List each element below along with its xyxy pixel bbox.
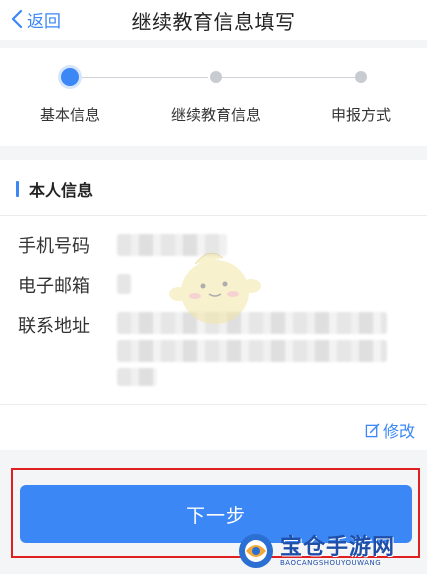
step-label-education-info: 继续教育信息 (170, 106, 262, 124)
edit-button[interactable]: 修改 (365, 418, 415, 442)
step-connector (78, 77, 208, 78)
step-label-basic-info: 基本信息 (39, 106, 101, 124)
navbar: 返回 继续教育信息填写 (0, 0, 427, 40)
field-label-phone: 手机号码 (18, 236, 90, 257)
address-value-redacted-line3 (117, 368, 157, 386)
watermark-logo-icon (239, 534, 273, 568)
field-label-address: 联系地址 (18, 316, 90, 337)
page-title: 继续教育信息填写 (131, 10, 296, 34)
watermark-main-text: 宝仓手游网 (280, 534, 396, 560)
mascot-watermark-icon (169, 252, 261, 324)
section-title-text: 本人信息 (29, 181, 94, 200)
step-dot-basic-info (61, 68, 79, 86)
watermark-text: 宝仓手游网 BAOCANGSHOUYOUWANG (280, 535, 395, 567)
step-progress: 基本信息 继续教育信息 申报方式 (0, 48, 427, 146)
section-title-bar (16, 181, 19, 197)
divider (0, 404, 427, 405)
watermark-sub-text: BAOCANGSHOUYOUWANG (280, 559, 382, 567)
site-watermark: 宝仓手游网 BAOCANGSHOUYOUWANG (236, 530, 424, 572)
step-label-declaration-method: 申报方式 (330, 106, 392, 124)
edit-icon (365, 423, 380, 437)
email-value-redacted (117, 274, 131, 294)
field-label-email: 电子邮箱 (18, 276, 90, 297)
edit-label: 修改 (382, 422, 415, 441)
divider (0, 215, 427, 216)
step-dot-education-info (210, 71, 222, 83)
step-dot-declaration-method (355, 71, 367, 83)
step-connector (222, 77, 355, 78)
address-value-redacted-line2 (117, 340, 387, 362)
section-title: 本人信息 (16, 178, 93, 200)
